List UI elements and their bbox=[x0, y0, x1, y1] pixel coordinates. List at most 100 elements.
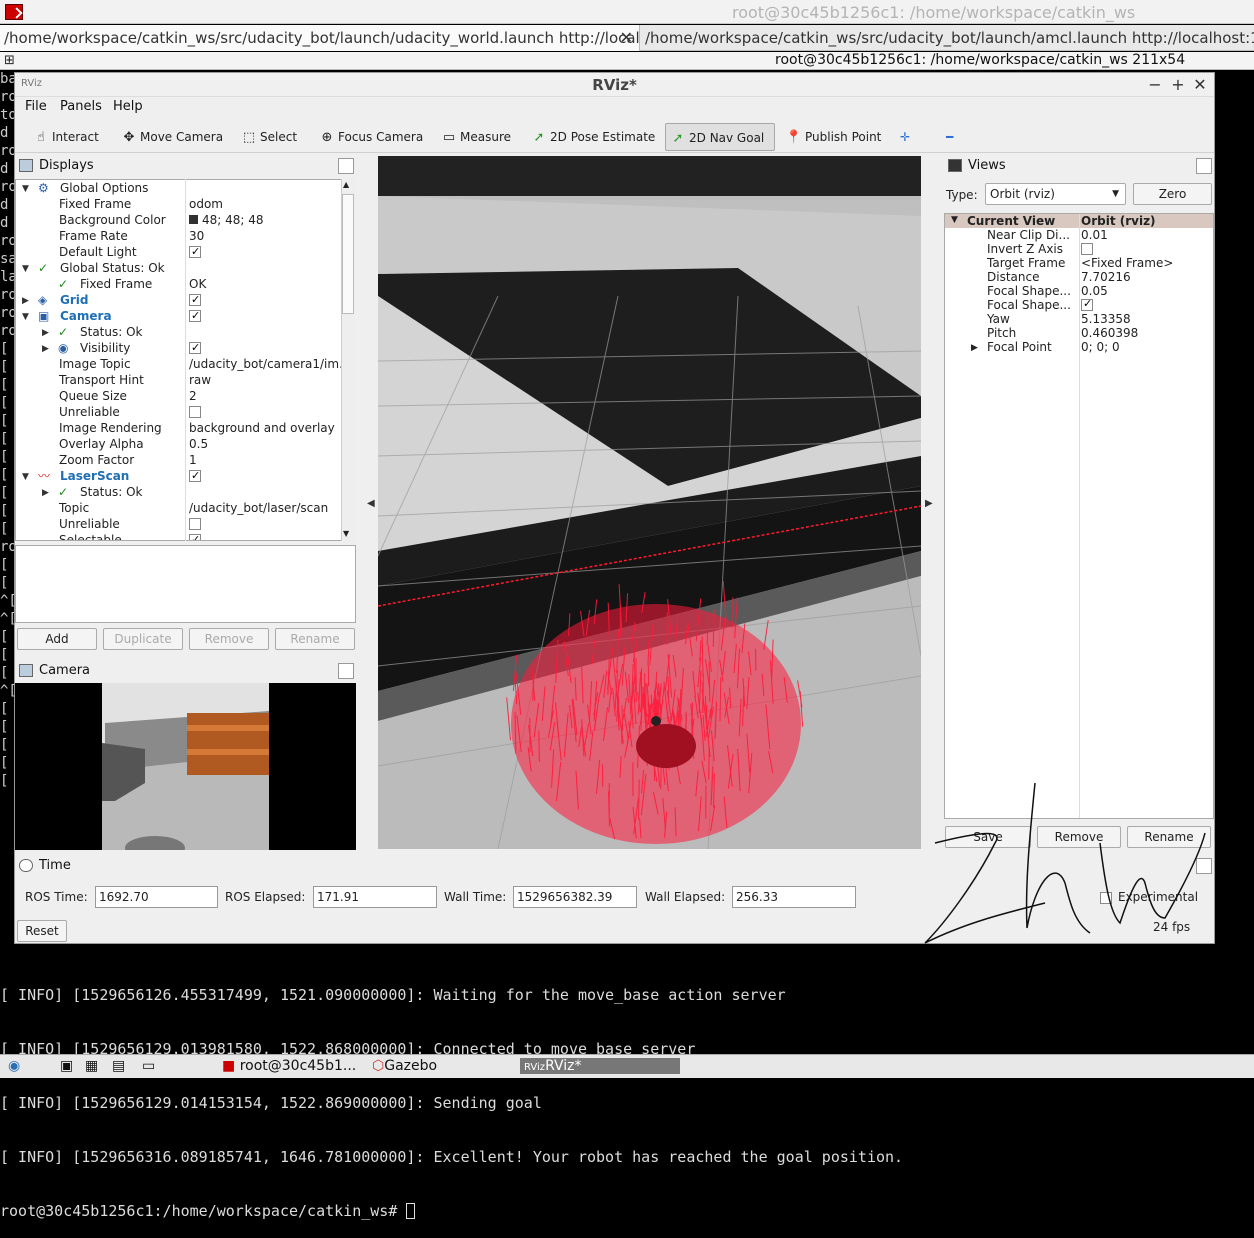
duplicate-button[interactable]: Duplicate bbox=[103, 628, 183, 650]
displays-float-checkbox[interactable] bbox=[338, 158, 354, 174]
rename-button[interactable]: Rename bbox=[275, 628, 355, 650]
display-checkbox[interactable] bbox=[189, 246, 201, 258]
tool-interact[interactable]: ☝Interact bbox=[29, 123, 113, 151]
display-property-value[interactable]: OK bbox=[189, 276, 206, 292]
terminal-tab-2[interactable]: /home/workspace/catkin_ws/src/udacity_bo… bbox=[641, 25, 1254, 51]
tool-publish-point[interactable]: 📍Publish Point bbox=[782, 123, 882, 151]
view-property-value[interactable]: 5.13358 bbox=[1081, 312, 1131, 326]
views-float-checkbox[interactable] bbox=[1196, 158, 1212, 174]
wall-time-field[interactable]: 1529656382.39 bbox=[513, 886, 637, 908]
display-checkbox[interactable] bbox=[189, 310, 201, 322]
displays-scroll-thumb[interactable] bbox=[342, 194, 354, 314]
scroll-down-icon[interactable]: ▼ bbox=[343, 529, 349, 538]
menu-panels[interactable]: Panels bbox=[60, 99, 102, 114]
display-property-value[interactable] bbox=[189, 244, 201, 260]
view-property-value[interactable] bbox=[1081, 242, 1093, 256]
expand-arrow-icon[interactable]: ▶ bbox=[42, 341, 49, 357]
view-property-value[interactable]: 0; 0; 0 bbox=[1081, 340, 1120, 354]
display-checkbox[interactable] bbox=[189, 470, 201, 482]
display-property-value[interactable]: /udacity_bot/camera1/im... bbox=[189, 356, 351, 372]
view-type-select[interactable]: Orbit (rviz) ▼ bbox=[985, 183, 1126, 205]
network-icon[interactable]: ▦ bbox=[85, 1058, 98, 1074]
display-property-value[interactable]: 0.5 bbox=[189, 436, 208, 452]
expand-arrow-icon[interactable]: ▶ bbox=[42, 485, 49, 501]
tool-select[interactable]: ⬚Select bbox=[237, 123, 305, 151]
view-property-value[interactable]: 0.01 bbox=[1081, 228, 1108, 242]
desktop-icon[interactable]: ▭ bbox=[142, 1058, 155, 1074]
display-checkbox[interactable] bbox=[189, 342, 201, 354]
display-property-value[interactable] bbox=[189, 340, 201, 356]
close-tab-icon[interactable]: ✕ bbox=[620, 25, 633, 51]
display-property-value[interactable]: 1 bbox=[189, 452, 197, 468]
view-property-row[interactable]: Distance7.70216 bbox=[945, 270, 1213, 284]
split-pane-icon[interactable]: ⊞ bbox=[4, 53, 15, 68]
reset-button[interactable]: Reset bbox=[17, 920, 67, 942]
add-tool-icon[interactable]: ✛ bbox=[897, 123, 910, 151]
display-property-value[interactable]: background and overlay bbox=[189, 420, 335, 436]
start-menu-icon[interactable]: ◉ bbox=[8, 1058, 20, 1074]
display-checkbox[interactable] bbox=[189, 518, 201, 530]
tool-2d-nav-goal[interactable]: ➚2D Nav Goal bbox=[665, 123, 775, 151]
collapse-arrow-icon[interactable]: ▼ bbox=[22, 181, 29, 197]
view-property-value[interactable]: 7.70216 bbox=[1081, 270, 1131, 284]
tool-move-camera[interactable]: ✥Move Camera bbox=[117, 123, 229, 151]
expand-arrow-icon[interactable]: ▶ bbox=[971, 341, 978, 355]
remove-button[interactable]: Remove bbox=[189, 628, 269, 650]
ros-time-field[interactable]: 1692.70 bbox=[95, 886, 218, 908]
terminal-prompt-line[interactable]: root@30c45b1256c1:/home/workspace/catkin… bbox=[0, 1202, 1254, 1220]
display-property-value[interactable] bbox=[189, 468, 201, 484]
display-property-value[interactable]: 30 bbox=[189, 228, 204, 244]
add-button[interactable]: Add bbox=[17, 628, 97, 650]
view-checkbox[interactable] bbox=[1081, 243, 1093, 255]
taskbar-terminal[interactable]: ■ root@30c45b1... bbox=[222, 1058, 356, 1074]
display-checkbox[interactable] bbox=[189, 534, 201, 541]
terminal-tab-1[interactable]: /home/workspace/catkin_ws/src/udacity_bo… bbox=[0, 25, 640, 51]
view-property-value[interactable]: 0.460398 bbox=[1081, 326, 1138, 340]
menu-file[interactable]: File bbox=[25, 99, 47, 114]
view-property-value[interactable]: <Fixed Frame> bbox=[1081, 256, 1173, 270]
collapse-right-icon[interactable]: ▶ bbox=[925, 498, 933, 509]
maximize-button[interactable]: + bbox=[1169, 75, 1187, 94]
display-property-value[interactable]: raw bbox=[189, 372, 211, 388]
view-checkbox[interactable] bbox=[1081, 299, 1093, 311]
minimize-button[interactable]: − bbox=[1146, 75, 1164, 94]
view-property-row[interactable]: Target Frame<Fixed Frame> bbox=[945, 256, 1213, 270]
close-button[interactable]: ✕ bbox=[1191, 75, 1209, 94]
expand-arrow-icon[interactable]: ▶ bbox=[22, 293, 29, 309]
display-checkbox[interactable] bbox=[189, 294, 201, 306]
display-property-value[interactable] bbox=[189, 308, 201, 324]
view-property-value[interactable] bbox=[1081, 298, 1093, 312]
zero-button[interactable]: Zero bbox=[1133, 183, 1212, 205]
remove-tool-icon[interactable]: ━ bbox=[943, 123, 953, 151]
display-property-value[interactable] bbox=[189, 532, 201, 541]
tool-2d-pose-estimate[interactable]: ➚2D Pose Estimate bbox=[527, 123, 657, 151]
view-property-row[interactable]: Pitch0.460398 bbox=[945, 326, 1213, 340]
view-property-row[interactable]: ▶Focal Point0; 0; 0 bbox=[945, 340, 1213, 354]
collapse-arrow-icon[interactable]: ▼ bbox=[22, 469, 29, 485]
display-property-value[interactable] bbox=[189, 516, 201, 532]
display-property-value[interactable]: 2 bbox=[189, 388, 197, 404]
display-property-value[interactable] bbox=[189, 404, 201, 420]
view-property-row[interactable]: Focal Shape... bbox=[945, 298, 1213, 312]
collapse-arrow-icon[interactable]: ▼ bbox=[22, 309, 29, 325]
scroll-up-icon[interactable]: ▲ bbox=[343, 180, 349, 189]
expand-icon[interactable]: ▼ bbox=[951, 215, 958, 225]
view-property-value[interactable]: 0.05 bbox=[1081, 284, 1108, 298]
window-icon[interactable]: ▤ bbox=[112, 1058, 125, 1074]
display-property-value[interactable]: /udacity_bot/laser/scan bbox=[189, 500, 328, 516]
taskbar-rviz[interactable]: RVizRViz* bbox=[520, 1058, 680, 1074]
3d-render-view[interactable] bbox=[378, 156, 921, 849]
ros-elapsed-field[interactable]: 171.91 bbox=[313, 886, 437, 908]
taskbar-gazebo[interactable]: ⬡Gazebo bbox=[372, 1058, 437, 1074]
display-property-value[interactable]: 48; 48; 48 bbox=[189, 212, 264, 228]
wall-elapsed-field[interactable]: 256.33 bbox=[732, 886, 856, 908]
tool-focus-camera[interactable]: ⊕Focus Camera bbox=[315, 123, 425, 151]
view-property-row[interactable]: Yaw5.13358 bbox=[945, 312, 1213, 326]
view-property-row[interactable]: Near Clip Di...0.01 bbox=[945, 228, 1213, 242]
display-property-value[interactable]: odom bbox=[189, 196, 223, 212]
collapse-left-icon[interactable]: ◀ bbox=[367, 498, 375, 509]
file-manager-icon[interactable]: ▣ bbox=[60, 1058, 73, 1074]
collapse-arrow-icon[interactable]: ▼ bbox=[22, 261, 29, 277]
display-property-value[interactable] bbox=[189, 292, 201, 308]
expand-arrow-icon[interactable]: ▶ bbox=[42, 325, 49, 341]
